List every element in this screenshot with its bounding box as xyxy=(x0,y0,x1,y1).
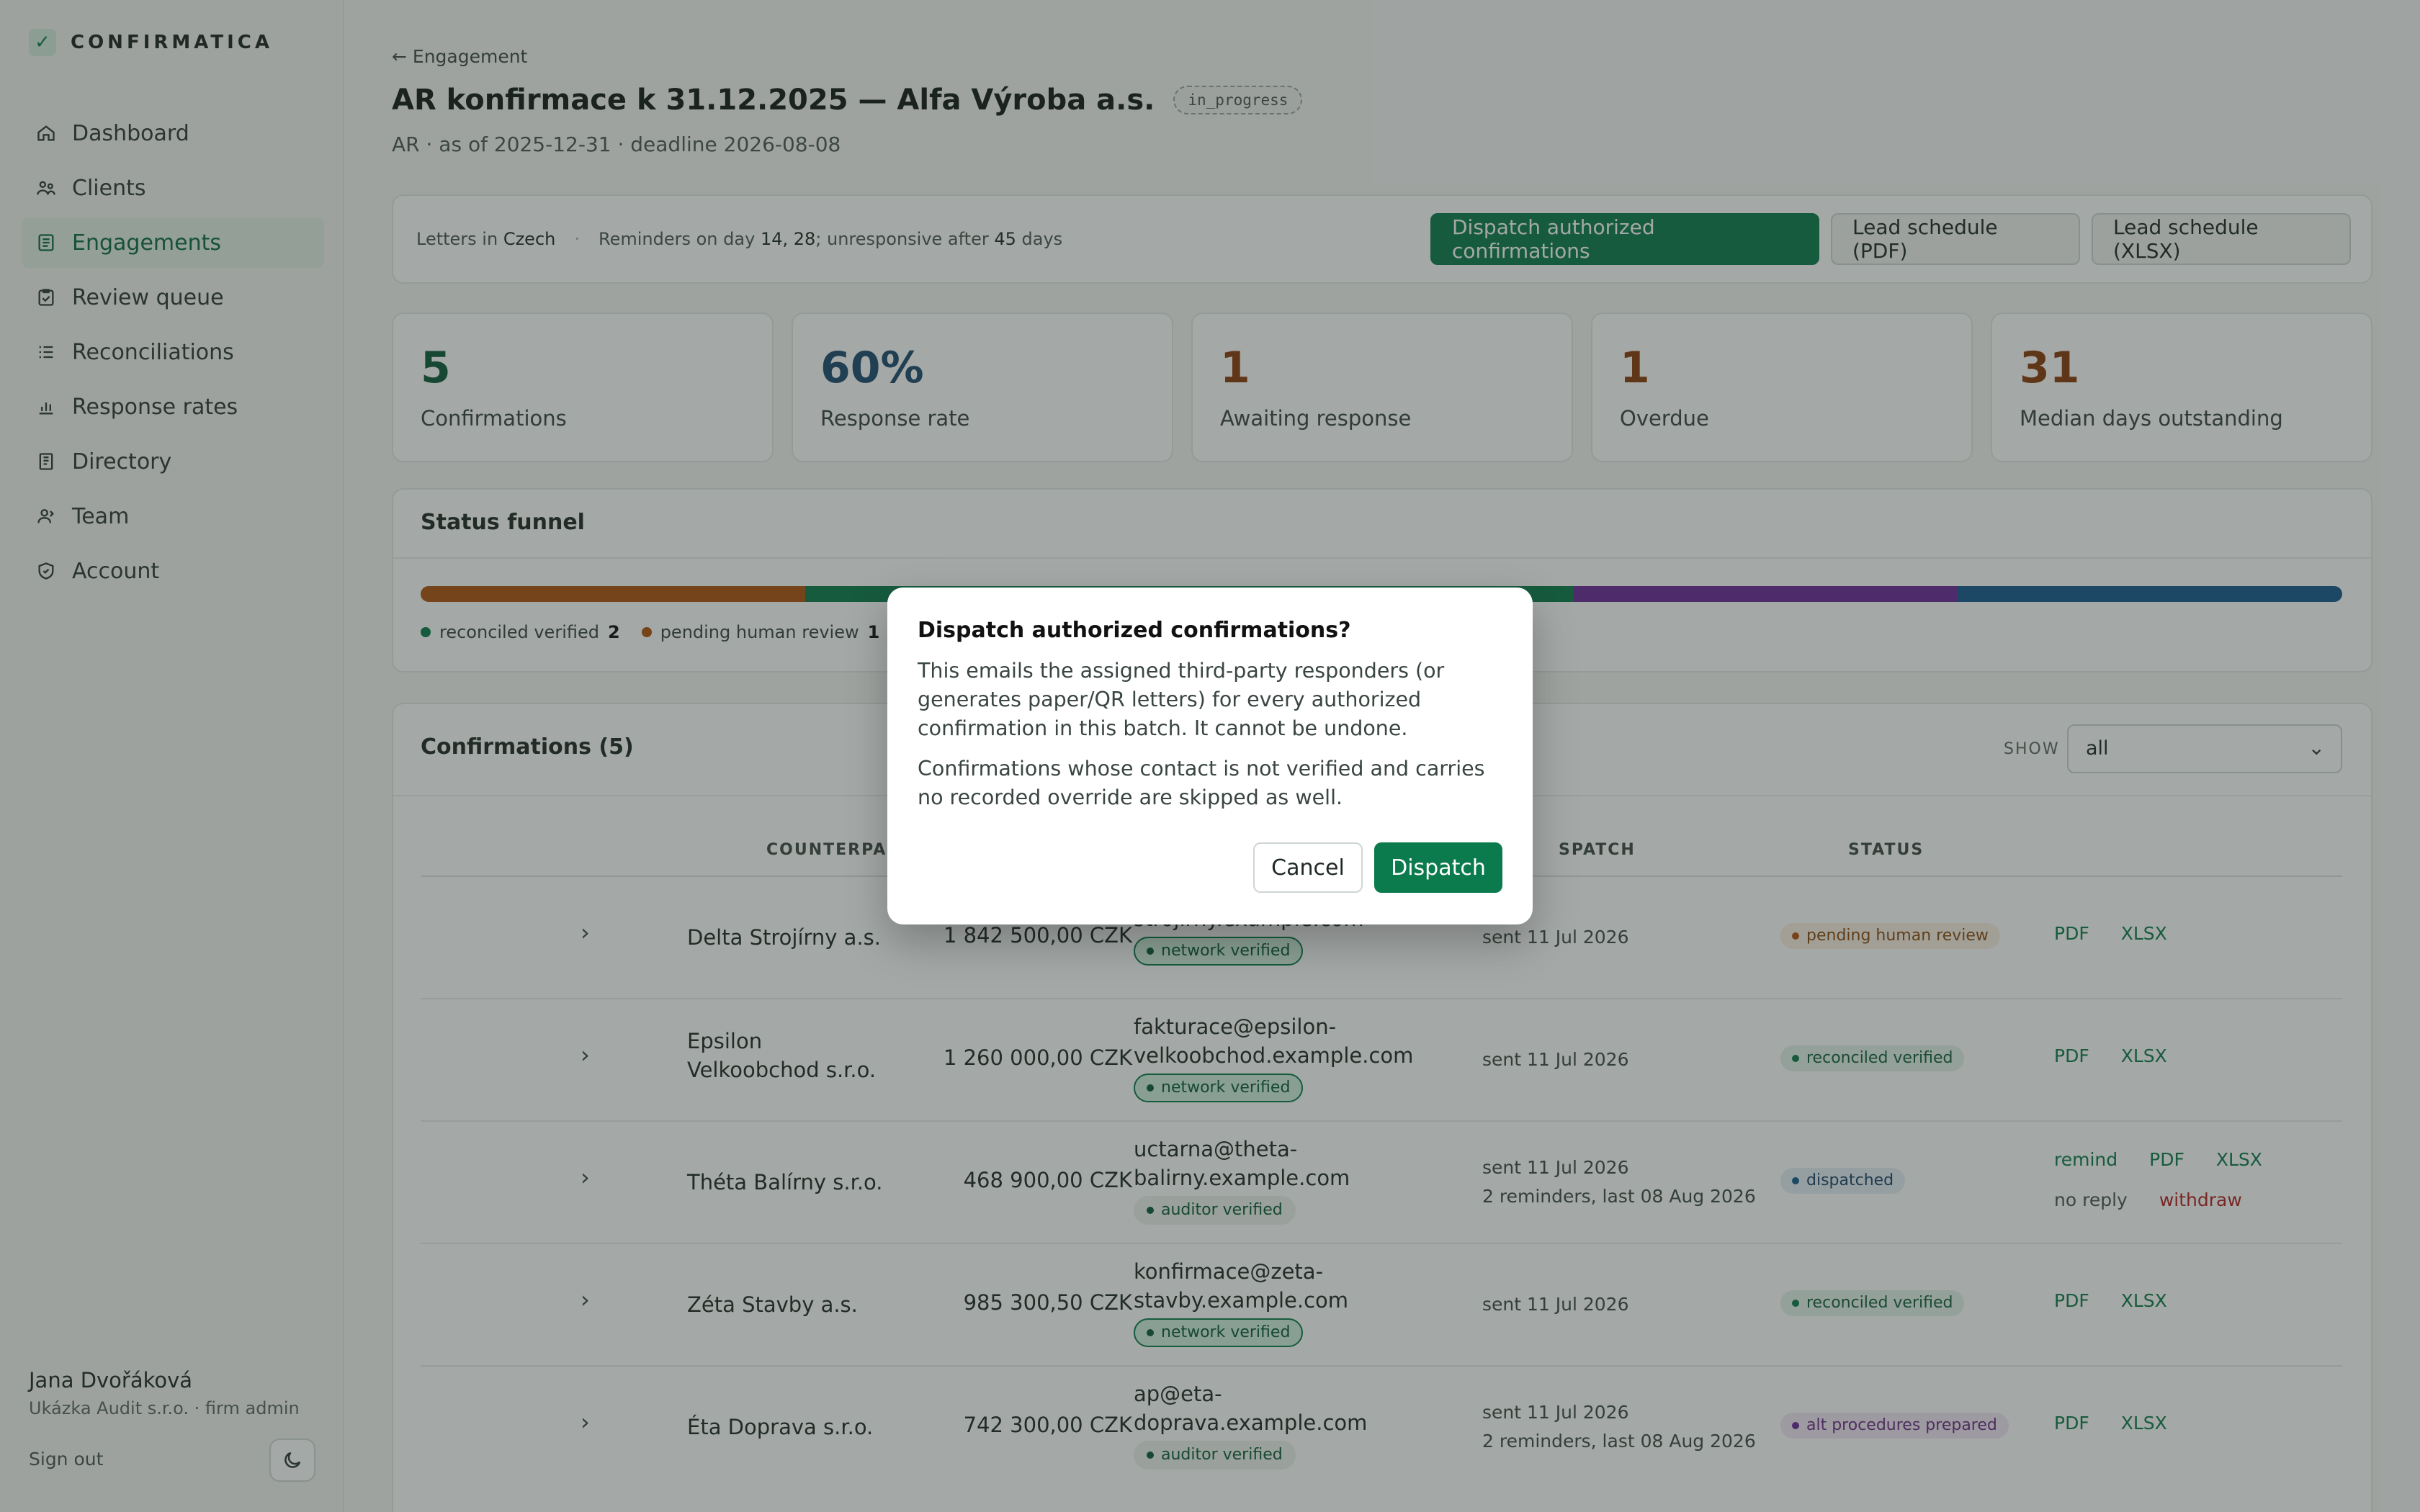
dispatch-button[interactable]: Dispatch xyxy=(1374,842,1502,893)
dialog-body-text: This emails the assigned third-party res… xyxy=(918,659,1445,740)
dialog-title: Dispatch authorized confirmations? xyxy=(918,618,1351,643)
cancel-button[interactable]: Cancel xyxy=(1253,842,1363,893)
dialog-body-note: Confirmations whose contact is not verif… xyxy=(918,757,1485,809)
dispatch-confirm-dialog: Dispatch authorized confirmations? This … xyxy=(887,588,1533,924)
